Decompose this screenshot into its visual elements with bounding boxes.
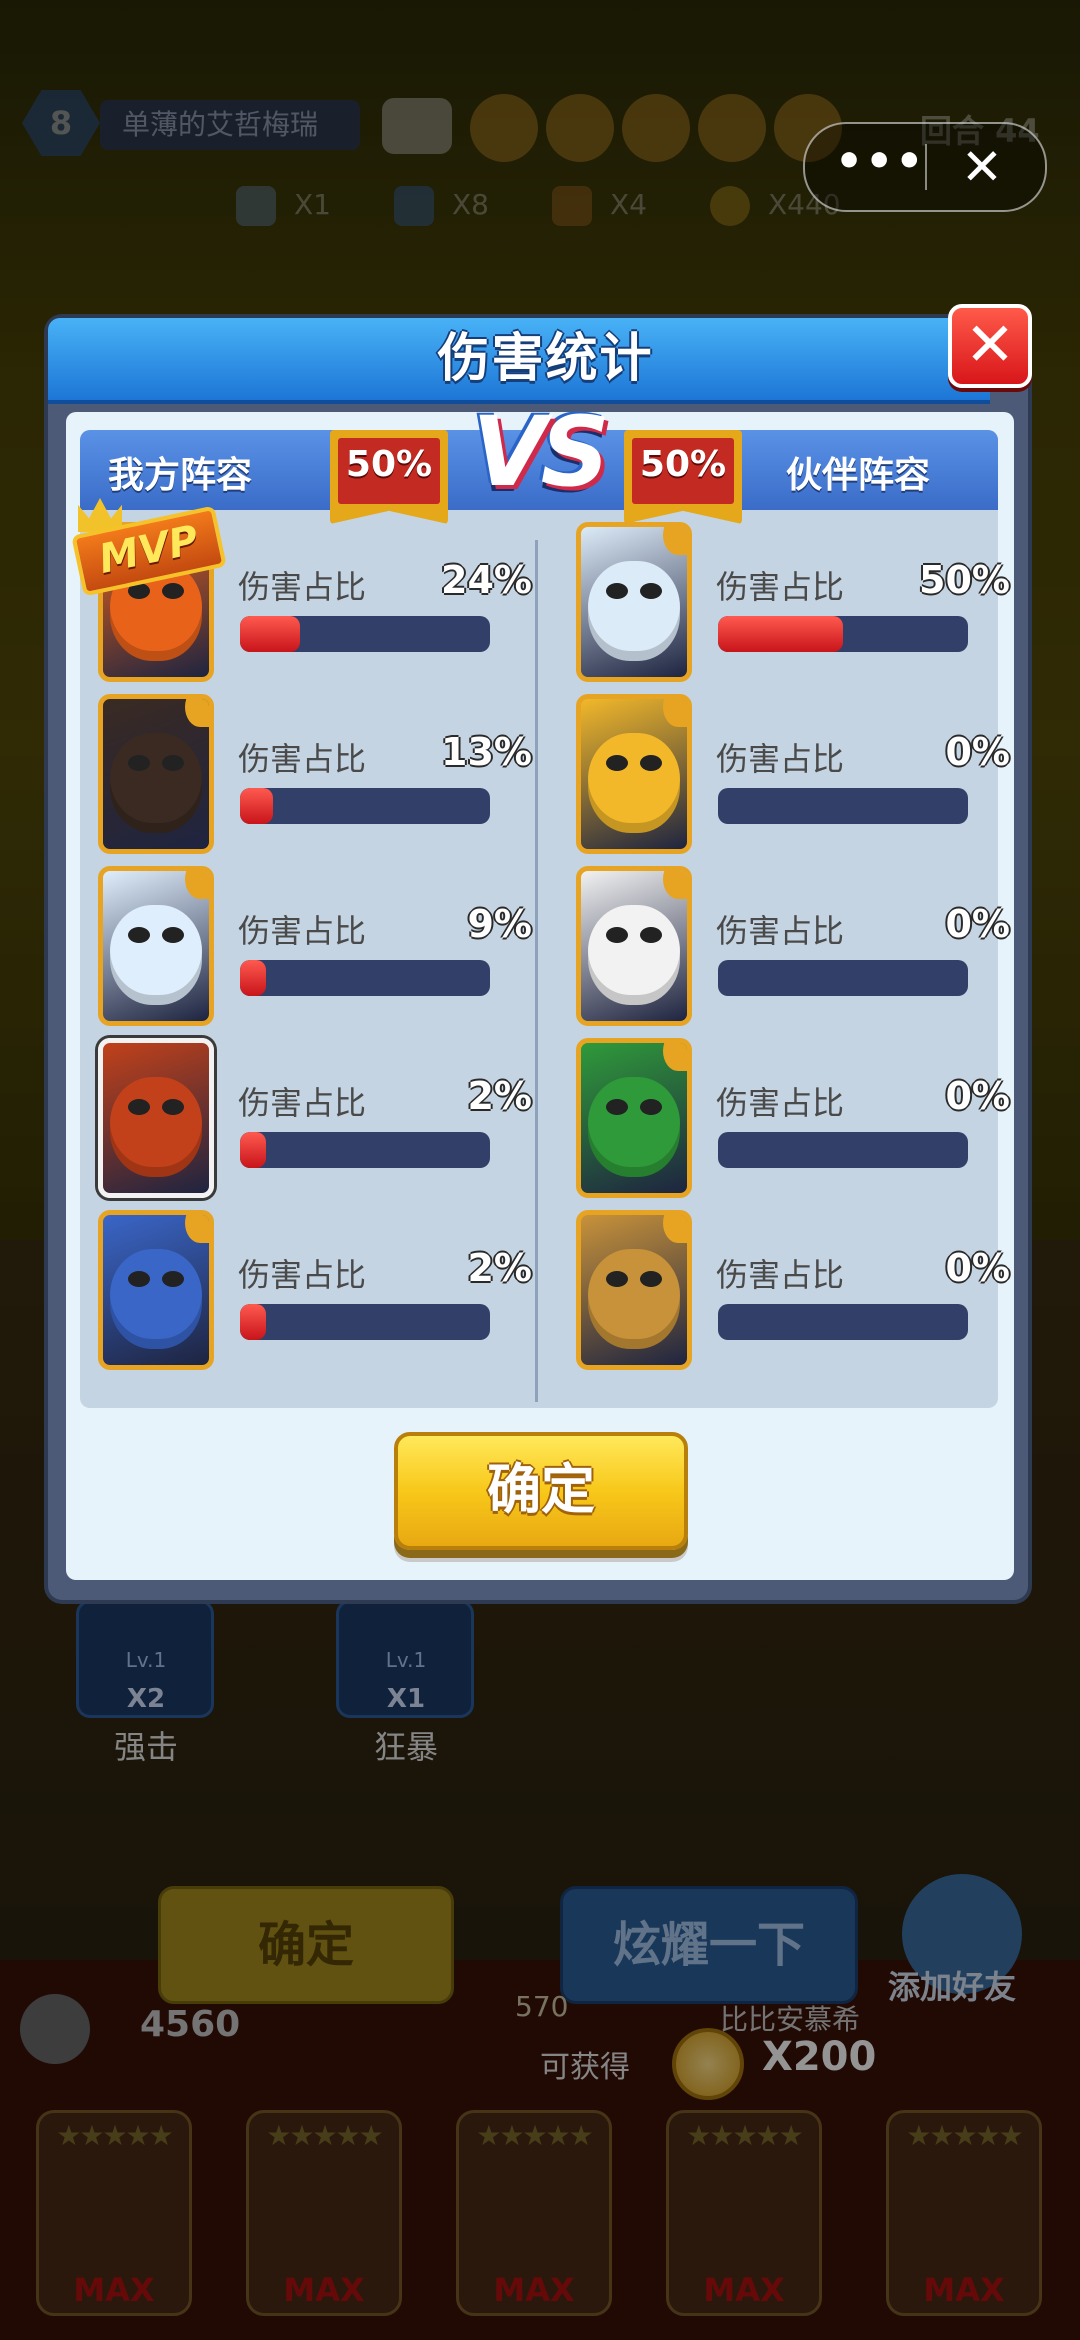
hero-face bbox=[110, 905, 202, 1005]
damage-label: 伤害占比 bbox=[716, 1084, 845, 1122]
frame-ornament bbox=[185, 871, 209, 899]
hero-damage-row: 伤害占比 0% bbox=[562, 1210, 1010, 1380]
damage-bar bbox=[240, 1132, 490, 1168]
frame-ornament bbox=[663, 871, 687, 899]
capsule-divider bbox=[925, 144, 927, 190]
damage-bar bbox=[240, 1304, 490, 1340]
partner-team-percent-banner: 50% bbox=[624, 430, 742, 524]
damage-percent: 2% bbox=[467, 1246, 532, 1290]
mvp-badge: MVP bbox=[71, 498, 227, 597]
my-team-percent-banner: 50% bbox=[330, 430, 448, 524]
dialog-close-button[interactable]: ✕ bbox=[948, 304, 1032, 388]
partner-team-label: 伙伴阵容 bbox=[786, 455, 931, 496]
partner-team-percent: 50% bbox=[639, 444, 727, 485]
damage-bar bbox=[718, 788, 968, 824]
hero-face bbox=[588, 1077, 680, 1177]
frame-ornament bbox=[663, 699, 687, 727]
hero-face bbox=[588, 1249, 680, 1349]
damage-percent: 0% bbox=[945, 1074, 1010, 1118]
hero-eyes bbox=[602, 755, 666, 775]
hero-eyes bbox=[602, 583, 666, 603]
damage-label: 伤害占比 bbox=[238, 1084, 367, 1122]
damage-percent: 2% bbox=[467, 1074, 532, 1118]
hero-face bbox=[110, 1249, 202, 1349]
damage-label: 伤害占比 bbox=[716, 568, 845, 606]
hero-portrait[interactable] bbox=[576, 1038, 692, 1198]
damage-bar bbox=[240, 960, 490, 996]
more-icon[interactable]: ••• bbox=[835, 124, 925, 210]
damage-bar-fill bbox=[240, 1304, 266, 1340]
hero-damage-row: 伤害占比 0% bbox=[562, 1038, 1010, 1208]
confirm-button[interactable]: 确定 bbox=[394, 1432, 688, 1550]
hero-portrait[interactable] bbox=[576, 694, 692, 854]
damage-percent: 0% bbox=[945, 1246, 1010, 1290]
damage-bar bbox=[718, 960, 968, 996]
damage-percent: 50% bbox=[919, 558, 1010, 602]
close-icon[interactable]: ✕ bbox=[937, 124, 1027, 210]
frame-ornament bbox=[663, 1215, 687, 1243]
hero-portrait[interactable] bbox=[98, 866, 214, 1026]
my-team-label: 我方阵容 bbox=[108, 455, 253, 496]
hero-damage-row: 伤害占比 13% bbox=[84, 694, 532, 864]
damage-bar-fill bbox=[240, 788, 273, 824]
damage-percent: 9% bbox=[467, 902, 532, 946]
hero-eyes bbox=[602, 927, 666, 947]
frame-ornament bbox=[663, 1043, 687, 1071]
hero-portrait[interactable] bbox=[576, 866, 692, 1026]
hero-damage-row: 伤害占比 0% bbox=[562, 866, 1010, 1036]
damage-bar bbox=[718, 616, 968, 652]
damage-bar bbox=[718, 1304, 968, 1340]
damage-bar bbox=[718, 1132, 968, 1168]
vs-logo: VS bbox=[472, 396, 609, 508]
damage-bar-fill bbox=[240, 960, 266, 996]
hero-face bbox=[588, 561, 680, 661]
hero-portrait[interactable] bbox=[576, 522, 692, 682]
frame-ornament bbox=[185, 699, 209, 727]
my-team-percent: 50% bbox=[345, 444, 433, 485]
miniprogram-capsule: ••• ✕ bbox=[803, 122, 1047, 212]
hero-face bbox=[110, 1077, 202, 1177]
hero-portrait[interactable] bbox=[98, 694, 214, 854]
hero-damage-row: 伤害占比 2% bbox=[84, 1210, 532, 1380]
hero-face bbox=[588, 733, 680, 833]
hero-eyes bbox=[602, 1099, 666, 1119]
hero-damage-row: 伤害占比 0% bbox=[562, 694, 1010, 864]
hero-eyes bbox=[602, 1271, 666, 1291]
damage-bar-fill bbox=[718, 616, 843, 652]
damage-bar-fill bbox=[240, 616, 300, 652]
hero-face bbox=[588, 905, 680, 1005]
hero-face bbox=[110, 733, 202, 833]
hero-eyes bbox=[124, 1271, 188, 1291]
hero-damage-row: 伤害占比 9% bbox=[84, 866, 532, 1036]
hero-eyes bbox=[124, 755, 188, 775]
damage-bar bbox=[240, 616, 490, 652]
damage-label: 伤害占比 bbox=[716, 912, 845, 950]
hero-eyes bbox=[124, 1099, 188, 1119]
damage-label: 伤害占比 bbox=[238, 1256, 367, 1294]
hero-portrait[interactable] bbox=[576, 1210, 692, 1370]
damage-percent: 13% bbox=[441, 730, 532, 774]
frame-ornament bbox=[185, 1215, 209, 1243]
frame-ornament bbox=[663, 527, 687, 555]
damage-percent: 24% bbox=[441, 558, 532, 602]
damage-percent: 0% bbox=[945, 902, 1010, 946]
hero-portrait[interactable] bbox=[98, 1210, 214, 1370]
damage-bar bbox=[240, 788, 490, 824]
damage-label: 伤害占比 bbox=[716, 740, 845, 778]
dialog-title: 伤害统计 bbox=[437, 329, 654, 389]
hero-portrait[interactable] bbox=[98, 1038, 214, 1198]
hero-damage-row: 伤害占比 50% bbox=[562, 522, 1010, 692]
damage-percent: 0% bbox=[945, 730, 1010, 774]
damage-label: 伤害占比 bbox=[238, 568, 367, 606]
damage-label: 伤害占比 bbox=[716, 1256, 845, 1294]
team-divider bbox=[535, 540, 538, 1402]
damage-label: 伤害占比 bbox=[238, 740, 367, 778]
hero-eyes bbox=[124, 927, 188, 947]
hero-damage-row: 伤害占比 2% bbox=[84, 1038, 532, 1208]
damage-bar-fill bbox=[240, 1132, 266, 1168]
damage-label: 伤害占比 bbox=[238, 912, 367, 950]
